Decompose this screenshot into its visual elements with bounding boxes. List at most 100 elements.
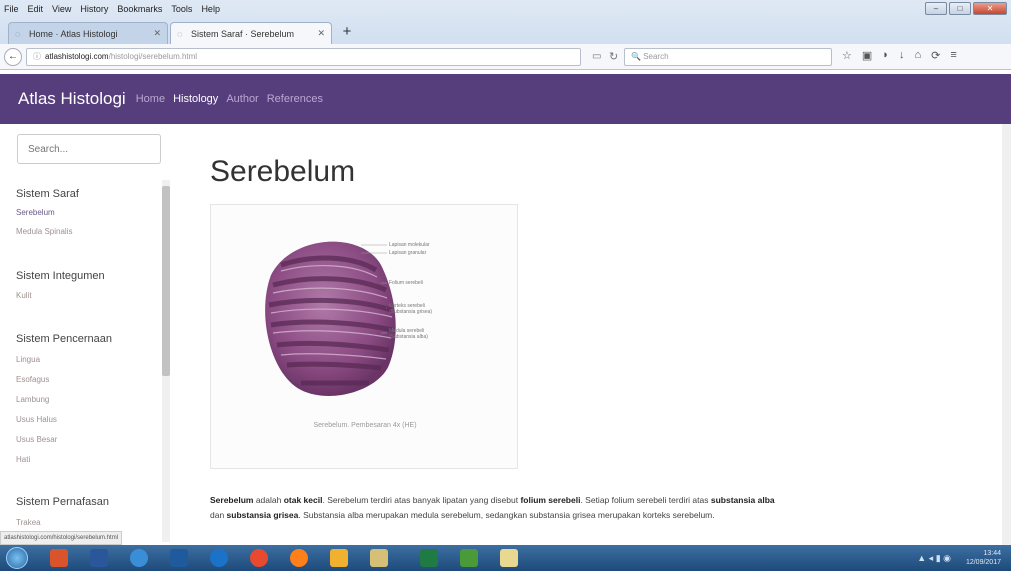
nav-references[interactable]: References [267,93,323,105]
page-scrollbar[interactable] [1002,124,1011,545]
pocket-icon[interactable]: ◗ [882,49,889,62]
system-tray-icons[interactable]: ▲ ◂ ▮ ◉ [917,553,951,564]
system-clock[interactable]: 13:44 12/09/2017 [966,549,1001,567]
word-icon[interactable] [90,549,108,567]
sidebar-heading-sistem-pencernaan: Sistem Pencernaan [16,333,112,345]
powerpoint-icon[interactable] [50,549,68,567]
new-tab-button[interactable]: + [338,24,356,42]
figure-panel: Lapisan molekular Lapisan granular Foliu… [210,204,518,469]
sidebar-item-serebelum[interactable]: Serebelum [16,208,55,217]
bold-term: otak kecil [283,495,323,505]
url-path: /histologi/serebelum.html [108,52,198,61]
nav-histology[interactable]: Histology [173,93,218,105]
page-title: Serebelum [210,155,356,188]
sidebar-item-lambung[interactable]: Lambung [16,395,49,404]
close-tab-icon[interactable]: ✕ [317,28,325,39]
figure-label-granular: Lapisan granular [389,250,427,256]
sidebar-item-usus-halus[interactable]: Usus Halus [16,415,57,424]
tab-bar: ◌ Home · Atlas Histologi ✕ ◌ Sistem Sara… [0,18,1011,44]
tab-home[interactable]: ◌ Home · Atlas Histologi ✕ [8,22,168,44]
page-icon: ◌ [15,28,21,39]
bookmarks-menu-icon[interactable]: ▣ [862,49,872,62]
browser-search-input[interactable]: 🔍 Search [624,48,832,66]
info-icon: ⓘ [33,52,41,61]
sidebar-item-trakea[interactable]: Trakea [16,518,41,527]
back-arrow-icon[interactable]: ← [4,48,22,66]
bold-term: Serebelum [210,495,254,505]
bold-term: substansia alba [710,495,775,505]
main-content: Serebelum Lapisan molekular Lapisan gran… [200,124,1011,545]
explorer-icon[interactable] [170,549,188,567]
tab-title: Sistem Saraf · Serebelum [191,28,295,39]
sidebar-item-esofagus[interactable]: Esofagus [16,375,49,384]
folder-icon[interactable] [330,549,348,567]
page-icon: ◌ [177,28,183,39]
page-content: Sistem Saraf Serebelum Medula Spinalis S… [0,124,1011,545]
address-bar[interactable]: ⓘ atlashistologi.com/histologi/serebelum.… [26,48,581,66]
minimize-button[interactable]: – [925,2,947,15]
menu-history[interactable]: History [80,4,108,14]
menu-file[interactable]: File [4,4,19,14]
sidebar-scrollbar-thumb[interactable] [162,186,170,376]
sync-icon[interactable]: ⟳ [931,49,940,62]
menu-tools[interactable]: Tools [171,4,192,14]
ie-icon[interactable] [130,549,148,567]
toolbar-icons: ☆ ▣ ◗ ↓ ⌂ ⟳ ≡ [842,49,957,62]
menu-help[interactable]: Help [201,4,220,14]
bold-term: folium serebeli [520,495,581,505]
sidebar-item-medula-spinalis[interactable]: Medula Spinalis [16,227,72,236]
paint-icon[interactable] [500,549,518,567]
status-bar-url: atlashistologi.com/histologi/serebelum.h… [0,531,123,545]
text-run: . Serebelum terdiri atas banyak lipatan … [322,495,521,505]
browser-chrome: File Edit View History Bookmarks Tools H… [0,0,1011,70]
site-brand[interactable]: Atlas Histologi [18,89,126,109]
tab-serebelum[interactable]: ◌ Sistem Saraf · Serebelum ✕ [170,22,332,44]
left-column: Sistem Saraf Serebelum Medula Spinalis S… [0,124,180,545]
sidebar-item-kulit[interactable]: Kulit [16,291,32,300]
close-tab-icon[interactable]: ✕ [153,28,161,39]
start-button[interactable] [6,547,28,569]
text-run: adalah [253,495,284,505]
figure-label-korteks: Korteks serebeli (Substansia grisea) [389,303,433,315]
clock-time: 13:44 [983,550,1001,557]
close-window-button[interactable]: ✕ [973,2,1007,15]
description-paragraph: Serebelum adalah otak kecil. Serebelum t… [210,493,790,523]
url-domain: atlashistologi.com [45,52,109,61]
home-icon[interactable]: ⌂ [914,49,921,62]
chrome-icon[interactable] [250,549,268,567]
files-icon[interactable] [370,549,388,567]
taskbar: ▲ ◂ ▮ ◉ 13:44 12/09/2017 [0,545,1011,571]
figure-caption: Serebelum. Pembesaran 4x (HE) [313,422,417,429]
menu-bookmarks[interactable]: Bookmarks [117,4,162,14]
reload-icon[interactable]: ↻ [609,50,618,63]
maximize-button[interactable]: □ [949,2,971,15]
nav-home[interactable]: Home [136,93,165,105]
sidebar-item-hati[interactable]: Hati [16,455,30,464]
tab-title: Home · Atlas Histologi [29,28,118,39]
navigation-bar: ← ⓘ atlashistologi.com/histologi/serebelu… [0,44,1011,70]
download-icon[interactable]: ↓ [899,49,905,62]
cerebellum-illustration [265,241,396,396]
site-search-input[interactable] [17,134,161,164]
reader-view-icon[interactable]: ▭ [592,51,601,62]
figure-label-medula: Medula serebeli (Substansia alba) [389,328,428,340]
hamburger-menu-icon[interactable]: ≡ [950,49,956,62]
sidebar-item-usus-besar[interactable]: Usus Besar [16,435,57,444]
nav-author[interactable]: Author [226,93,258,105]
sidebar-heading-sistem-saraf: Sistem Saraf [16,188,79,200]
sidebar-heading-sistem-pernafasan: Sistem Pernafasan [16,496,109,508]
menu-edit[interactable]: Edit [28,4,44,14]
clock-date: 12/09/2017 [965,559,1001,566]
sidebar-item-lingua[interactable]: Lingua [16,355,40,364]
browser-search-placeholder: Search [643,52,669,61]
firefox-icon[interactable] [290,549,308,567]
text-run: dan [210,510,227,520]
app-icon[interactable] [460,549,478,567]
text-run: . Substansia alba merupakan medula sereb… [298,510,715,520]
bluetooth-icon[interactable] [210,549,228,567]
bookmark-star-icon[interactable]: ☆ [842,49,852,62]
sidebar: Sistem Saraf Serebelum Medula Spinalis S… [10,178,175,543]
menu-view[interactable]: View [52,4,71,14]
bold-term: substansia grisea [226,510,299,520]
excel-icon[interactable] [420,549,438,567]
